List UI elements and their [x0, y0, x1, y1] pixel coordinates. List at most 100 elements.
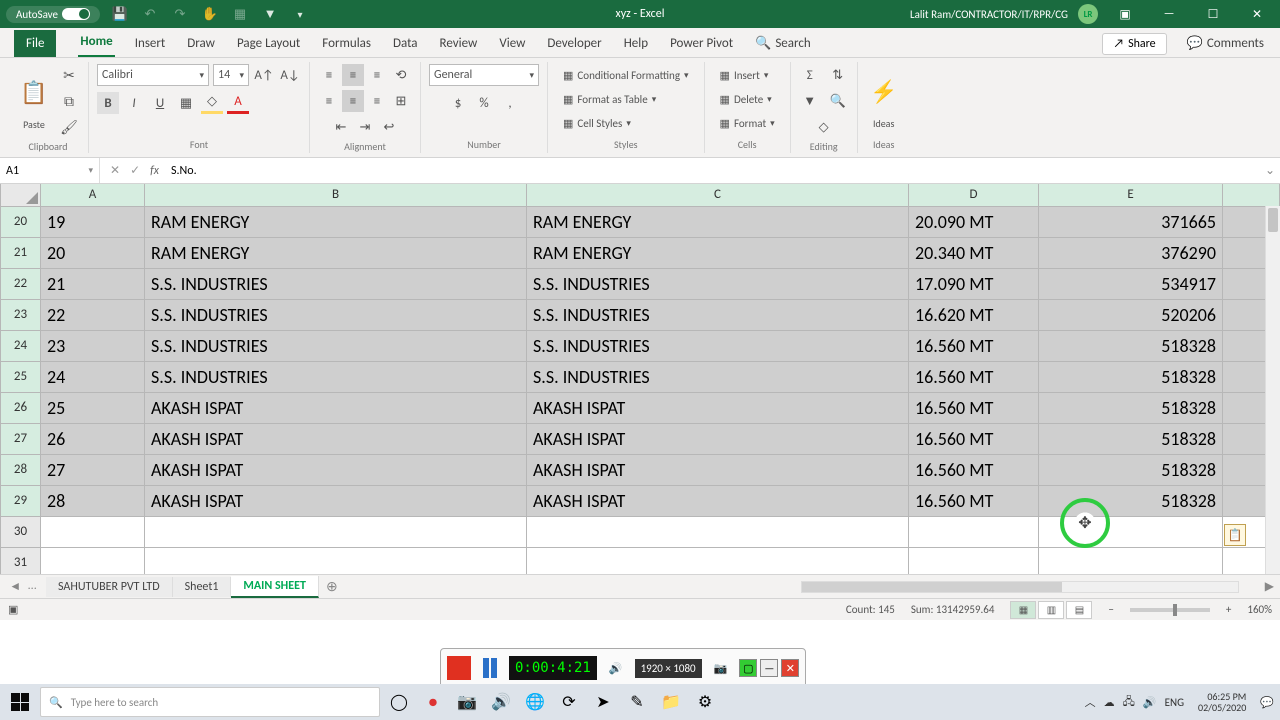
save-icon[interactable]: 💾: [110, 4, 130, 24]
record-macro-icon[interactable]: ▣: [8, 603, 18, 616]
tab-insert[interactable]: Insert: [133, 30, 168, 57]
font-size-select[interactable]: 14▾: [213, 64, 249, 86]
table-row[interactable]: 31: [1, 547, 1280, 574]
table-row[interactable]: 2221S.S. INDUSTRIESS.S. INDUSTRIES17.090…: [1, 268, 1280, 299]
col-header-rest[interactable]: [1223, 184, 1280, 206]
recorder-pause-icon[interactable]: [483, 658, 497, 678]
cell[interactable]: 518328: [1039, 330, 1223, 361]
taskbar-search[interactable]: 🔍Type here to search: [40, 687, 380, 717]
table-row[interactable]: 2423S.S. INDUSTRIESS.S. INDUSTRIES16.560…: [1, 330, 1280, 361]
horizontal-scrollbar[interactable]: [801, 581, 1239, 593]
task-folder-icon[interactable]: 📁: [656, 687, 686, 717]
conditional-formatting-button[interactable]: ▦Conditional Formatting▾: [556, 64, 696, 86]
cell[interactable]: 16.620 MT: [909, 299, 1039, 330]
cell[interactable]: 27: [41, 454, 145, 485]
tab-developer[interactable]: Developer: [545, 30, 603, 57]
format-painter-icon[interactable]: 🖌: [58, 116, 80, 138]
format-cells-button[interactable]: ▦Format▾: [713, 112, 782, 134]
underline-button[interactable]: U: [149, 92, 171, 114]
align-center-icon[interactable]: ≡: [342, 90, 364, 112]
tab-draw[interactable]: Draw: [185, 30, 217, 57]
cell[interactable]: AKASH ISPAT: [145, 392, 527, 423]
cell[interactable]: 518328: [1039, 485, 1223, 516]
vertical-scrollbar[interactable]: [1265, 206, 1280, 574]
tab-page-layout[interactable]: Page Layout: [235, 30, 302, 57]
cell[interactable]: 518328: [1039, 361, 1223, 392]
task-camera-icon[interactable]: 📷: [452, 687, 482, 717]
cell[interactable]: 16.560 MT: [909, 392, 1039, 423]
cell[interactable]: S.S. INDUSTRIES: [145, 361, 527, 392]
cell[interactable]: S.S. INDUSTRIES: [527, 299, 909, 330]
cortana-icon[interactable]: ◯: [384, 687, 414, 717]
recorder-webcam-icon[interactable]: 📷: [714, 662, 728, 675]
recorder-stop-icon[interactable]: [447, 656, 471, 680]
sheet-tab-2[interactable]: Sheet1: [173, 577, 232, 597]
align-left-icon[interactable]: ≡: [318, 90, 340, 112]
row-header[interactable]: 28: [1, 454, 41, 485]
cell[interactable]: 20: [41, 237, 145, 268]
delete-cells-button[interactable]: ▦Delete▾: [713, 88, 779, 110]
cell[interactable]: RAM ENERGY: [527, 237, 909, 268]
table-row[interactable]: 2928AKASH ISPATAKASH ISPAT16.560 MT51832…: [1, 485, 1280, 516]
zoom-level[interactable]: 160%: [1247, 603, 1272, 616]
borders-icon[interactable]: ▦: [175, 92, 197, 114]
autosave-toggle[interactable]: AutoSave: [6, 6, 100, 23]
fx-icon[interactable]: fx: [150, 164, 165, 178]
filter-icon[interactable]: ▼: [260, 4, 280, 24]
cell[interactable]: 24: [41, 361, 145, 392]
row-header[interactable]: 23: [1, 299, 41, 330]
comma-icon[interactable]: ,: [499, 92, 521, 114]
cell[interactable]: 534917: [1039, 268, 1223, 299]
cell[interactable]: 28: [41, 485, 145, 516]
task-speaker-icon[interactable]: 🔊: [486, 687, 516, 717]
qat-more-icon[interactable]: ▾: [290, 4, 310, 24]
font-color-icon[interactable]: A: [227, 92, 249, 114]
tab-ellipsis[interactable]: ...: [28, 579, 37, 594]
sheet-tab-3[interactable]: MAIN SHEET: [231, 576, 318, 598]
cell[interactable]: 25: [41, 392, 145, 423]
cell[interactable]: AKASH ISPAT: [145, 454, 527, 485]
expand-formula-bar-icon[interactable]: ⌄: [1260, 163, 1280, 178]
tray-onedrive-icon[interactable]: ☁: [1104, 696, 1115, 709]
cell[interactable]: AKASH ISPAT: [145, 485, 527, 516]
row-header[interactable]: 29: [1, 485, 41, 516]
format-as-table-button[interactable]: ▦Format as Table▾: [556, 88, 663, 110]
formula-bar[interactable]: S.No.: [165, 164, 1260, 178]
tab-help[interactable]: Help: [622, 30, 650, 57]
view-normal-icon[interactable]: ▦: [1010, 601, 1036, 619]
row-header[interactable]: 25: [1, 361, 41, 392]
copy-icon[interactable]: ⧉: [58, 90, 80, 112]
row-header[interactable]: 20: [1, 206, 41, 237]
task-record-icon[interactable]: ●: [418, 687, 448, 717]
maximize-icon[interactable]: ☐: [1196, 2, 1230, 26]
cell[interactable]: 371665: [1039, 206, 1223, 237]
cell[interactable]: 16.560 MT: [909, 330, 1039, 361]
sheet-tab-1[interactable]: SAHUTUBER PVT LTD: [46, 577, 173, 597]
cell[interactable]: 20.340 MT: [909, 237, 1039, 268]
cell[interactable]: S.S. INDUSTRIES: [145, 268, 527, 299]
cell[interactable]: 20.090 MT: [909, 206, 1039, 237]
undo-icon[interactable]: ↶: [140, 4, 160, 24]
name-box[interactable]: A1▾: [0, 158, 100, 183]
tray-language[interactable]: ENG: [1165, 696, 1184, 709]
percent-icon[interactable]: %: [473, 92, 495, 114]
start-button[interactable]: [0, 684, 40, 720]
task-cursor-icon[interactable]: ➤: [588, 687, 618, 717]
cell[interactable]: AKASH ISPAT: [145, 423, 527, 454]
row-header[interactable]: 22: [1, 268, 41, 299]
find-icon[interactable]: 🔍: [827, 90, 849, 112]
tab-home[interactable]: Home: [78, 28, 114, 57]
user-avatar[interactable]: LR: [1078, 4, 1098, 24]
tell-me-search[interactable]: 🔍Search: [753, 30, 813, 57]
cell[interactable]: S.S. INDUSTRIES: [527, 330, 909, 361]
cell[interactable]: 21: [41, 268, 145, 299]
task-pen-icon[interactable]: ✎: [622, 687, 652, 717]
cell[interactable]: 22: [41, 299, 145, 330]
col-header-a[interactable]: A: [41, 184, 145, 206]
cell[interactable]: RAM ENERGY: [145, 237, 527, 268]
row-header[interactable]: 26: [1, 392, 41, 423]
fill-icon[interactable]: ▼: [799, 90, 821, 112]
tab-file[interactable]: File: [14, 30, 56, 57]
recorder-close-icon[interactable]: ✕: [781, 659, 799, 677]
tray-volume-icon[interactable]: 🔊: [1143, 696, 1157, 709]
